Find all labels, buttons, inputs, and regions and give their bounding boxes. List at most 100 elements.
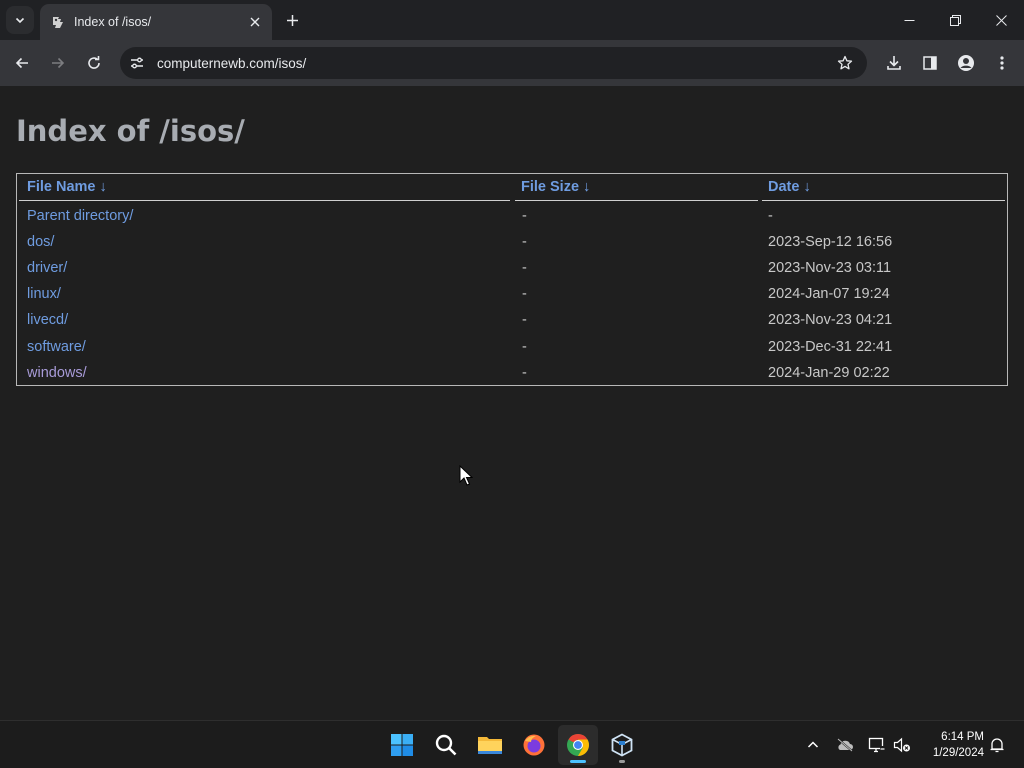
file-date: 2023-Nov-23 04:21: [768, 312, 893, 328]
file-date: 2024-Jan-07 19:24: [768, 286, 890, 302]
kebab-menu-icon: [1000, 56, 1004, 70]
tab-title: Index of /isos/: [74, 15, 152, 29]
chevron-down-icon: [15, 17, 25, 24]
menu-button[interactable]: [988, 49, 1016, 77]
clock-date: 1/29/2024: [932, 747, 984, 759]
file-size: -: [522, 286, 527, 302]
sort-by-size-link[interactable]: File Size ↓: [521, 179, 590, 195]
header-divider: [762, 200, 1005, 201]
notifications-button[interactable]: [985, 733, 1009, 757]
table-row: dos/ - 2023-Sep-12 16:56: [17, 229, 1007, 255]
windows-start-icon: [391, 734, 413, 756]
file-size: -: [522, 234, 527, 250]
show-hidden-icons-button[interactable]: [801, 733, 825, 757]
file-explorer-button[interactable]: [470, 725, 510, 765]
file-date: 2023-Sep-12 16:56: [768, 234, 893, 250]
profile-icon: [958, 55, 974, 71]
folder-link-linux[interactable]: linux/: [27, 281, 61, 307]
system-clock[interactable]: 6:14 PM 1/29/2024: [920, 729, 984, 761]
back-button[interactable]: [8, 49, 36, 77]
parent-directory-link[interactable]: Parent directory/: [27, 203, 133, 229]
windows-taskbar: 6:14 PM 1/29/2024: [0, 720, 1024, 768]
file-size: -: [522, 312, 527, 328]
file-size: -: [522, 339, 527, 355]
page-content: Index of /isos/ File Name ↓ File Size ↓ …: [0, 86, 1024, 720]
firefox-button[interactable]: [514, 725, 554, 765]
minimize-icon: [904, 19, 914, 21]
close-tab-icon[interactable]: [246, 13, 264, 31]
side-panel-icon: [923, 56, 937, 70]
search-icon: [435, 734, 457, 756]
downloads-button[interactable]: [880, 49, 908, 77]
plus-icon: [286, 14, 298, 26]
site-favicon-icon: [50, 14, 66, 30]
mouse-cursor-icon: [459, 465, 473, 486]
page-title: Index of /isos/: [16, 114, 245, 148]
volume-tray-button[interactable]: [890, 733, 914, 757]
browser-toolbar: computernewb.com/isos/: [0, 40, 1024, 86]
arrow-left-icon: [15, 57, 28, 69]
table-row: livecd/ - 2023-Nov-23 04:21: [17, 307, 1007, 333]
folder-link-driver[interactable]: driver/: [27, 255, 67, 281]
close-window-button[interactable]: [978, 0, 1024, 40]
firefox-icon: [523, 734, 545, 756]
forward-button[interactable]: [44, 49, 72, 77]
browser-tab-active[interactable]: Index of /isos/: [40, 4, 272, 40]
chrome-button[interactable]: [558, 725, 598, 765]
network-icon: [868, 737, 885, 753]
cloud-offline-icon: [837, 738, 853, 752]
file-explorer-icon: [478, 737, 502, 754]
bell-icon: [990, 738, 1004, 753]
header-divider: [515, 200, 758, 201]
file-size: -: [522, 260, 527, 276]
file-size: -: [522, 365, 527, 381]
site-settings-icon[interactable]: [122, 48, 152, 78]
table-header: File Name ↓ File Size ↓ Date ↓: [19, 174, 1005, 201]
download-icon: [887, 56, 901, 70]
virtualbox-button[interactable]: [602, 725, 642, 765]
running-app-indicator: [619, 760, 625, 763]
speaker-muted-icon: [893, 737, 910, 753]
folder-link-dos[interactable]: dos/: [27, 229, 54, 255]
virtualbox-icon: [611, 733, 633, 757]
table-row: linux/ - 2024-Jan-07 19:24: [17, 281, 1007, 307]
close-icon: [995, 14, 1007, 26]
restore-button[interactable]: [932, 0, 978, 40]
folder-link-livecd[interactable]: livecd/: [27, 307, 68, 333]
arrow-right-icon: [52, 57, 65, 69]
profile-button[interactable]: [952, 49, 980, 77]
restore-icon: [949, 14, 961, 26]
bookmark-star-icon[interactable]: [833, 51, 857, 75]
start-button[interactable]: [382, 725, 422, 765]
network-tray-button[interactable]: [865, 733, 889, 757]
table-row: software/ - 2023-Dec-31 22:41: [17, 334, 1007, 360]
reload-icon: [88, 56, 100, 69]
file-date: 2024-Jan-29 02:22: [768, 365, 890, 381]
onedrive-tray-button[interactable]: [833, 733, 857, 757]
file-date: 2023-Dec-31 22:41: [768, 339, 893, 355]
browser-titlebar: Index of /isos/: [0, 0, 1024, 40]
minimize-button[interactable]: [886, 0, 932, 40]
table-row: windows/ - 2024-Jan-29 02:22: [17, 360, 1007, 386]
new-tab-button[interactable]: [280, 8, 304, 32]
sort-by-date-link[interactable]: Date ↓: [768, 179, 811, 195]
chevron-up-icon: [807, 741, 819, 748]
file-size: -: [522, 208, 527, 224]
active-app-indicator: [570, 760, 586, 763]
address-bar[interactable]: computernewb.com/isos/: [120, 47, 867, 79]
tab-search-button[interactable]: [6, 6, 34, 34]
sort-by-name-link[interactable]: File Name ↓: [27, 179, 107, 195]
clock-time: 6:14 PM: [941, 731, 984, 743]
folder-link-software[interactable]: software/: [27, 334, 86, 360]
file-date: -: [768, 208, 773, 224]
chrome-icon: [567, 734, 589, 756]
file-date: 2023-Nov-23 03:11: [768, 260, 892, 276]
header-divider: [19, 200, 510, 201]
url-text[interactable]: computernewb.com/isos/: [157, 56, 306, 71]
reload-button[interactable]: [80, 49, 108, 77]
taskbar-search-button[interactable]: [426, 725, 466, 765]
table-row: driver/ - 2023-Nov-23 03:11: [17, 255, 1007, 281]
side-panel-button[interactable]: [916, 49, 944, 77]
file-listing-table: File Name ↓ File Size ↓ Date ↓ Parent di…: [16, 173, 1008, 386]
folder-link-windows[interactable]: windows/: [27, 360, 87, 386]
